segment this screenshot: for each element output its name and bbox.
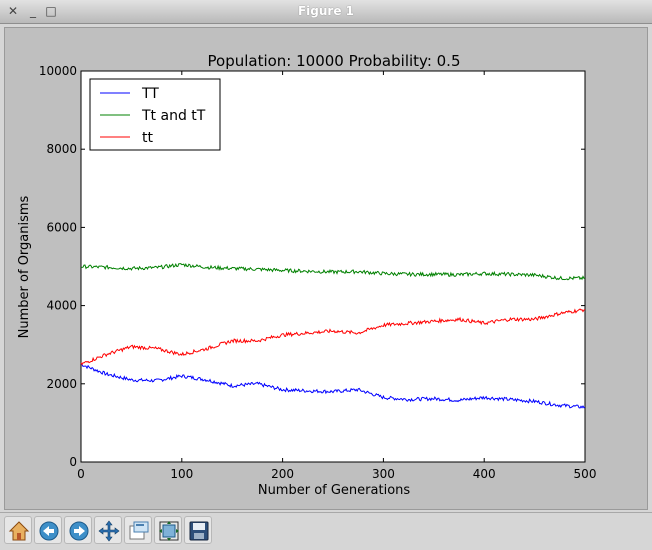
forward-button[interactable] (64, 516, 92, 544)
zoom-rect-icon (129, 521, 149, 540)
subplot-config-icon (159, 521, 179, 541)
y-tick-label: 2000 (46, 377, 77, 391)
forward-arrow-icon (69, 521, 89, 541)
legend-label: TT (141, 86, 159, 102)
home-icon (8, 521, 30, 541)
y-tick-label: 6000 (46, 220, 77, 234)
window-title: Figure 1 (297, 4, 355, 18)
y-tick-label: 0 (69, 455, 77, 469)
x-tick-label: 200 (271, 467, 294, 481)
y-tick-label: 4000 (46, 299, 77, 313)
save-button[interactable] (184, 516, 212, 544)
legend-label: Tt and tT (141, 108, 206, 124)
legend: TT Tt and tT tt (89, 78, 221, 151)
x-tick-label: 300 (372, 467, 395, 481)
pan-button[interactable] (94, 516, 122, 544)
pan-move-icon (98, 520, 120, 542)
subplots-button[interactable] (154, 516, 182, 544)
zoom-button[interactable] (124, 516, 152, 544)
navigation-toolbar (0, 512, 652, 550)
y-tick-label: 8000 (46, 142, 77, 156)
title-bar[interactable]: ✕ _ □ Figure 1 (0, 0, 652, 24)
x-tick-label: 0 (77, 467, 85, 481)
figure-window: ✕ _ □ Figure 1 Population: 10000 Probabi… (0, 0, 652, 550)
x-axis-label: Number of Generations (258, 483, 411, 498)
back-arrow-icon (39, 521, 59, 541)
y-tick-label: 10000 (39, 64, 77, 78)
save-disk-icon (189, 521, 209, 541)
y-axis-label: Number of Organisms (17, 195, 32, 338)
chart-title: Population: 10000 Probability: 0.5 (208, 52, 461, 70)
x-tick-label: 500 (574, 467, 597, 481)
home-button[interactable] (4, 516, 32, 544)
x-tick-label: 400 (473, 467, 496, 481)
figure-canvas[interactable]: Population: 10000 Probability: 0.5 0 100 2… (6, 29, 646, 508)
legend-label: tt (142, 130, 153, 146)
x-tick-label: 100 (170, 467, 193, 481)
back-button[interactable] (34, 516, 62, 544)
